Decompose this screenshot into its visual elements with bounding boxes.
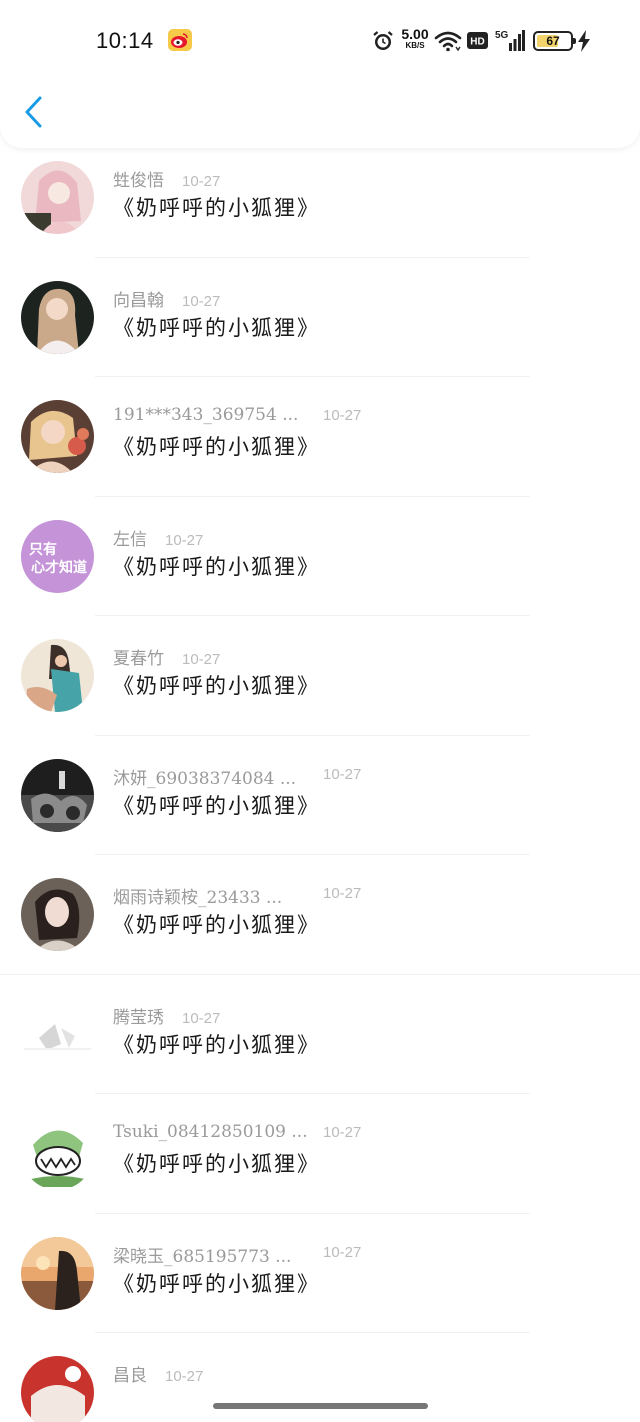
nickname[interactable]: 腾莹琇	[113, 1008, 164, 1028]
date: 10-27	[165, 531, 204, 549]
avatar[interactable]	[21, 878, 94, 951]
battery-icon: 67	[533, 31, 576, 51]
item-meta: 191***343_369754 ... 10-27	[113, 405, 361, 429]
battery-percent: 67	[546, 34, 560, 48]
item-meta: 烟雨诗颖桉_23433 ... 10-27	[113, 883, 361, 908]
list-item[interactable]: 沐妍_69038374084 ... 10-27 《奶呼呼的小狐狸》	[0, 736, 640, 855]
back-button[interactable]	[18, 92, 52, 132]
item-meta: 腾莹琇 10-27	[113, 1003, 221, 1028]
status-time: 10:14	[96, 28, 154, 53]
nickname[interactable]: 沐妍_69038374084 ...	[113, 769, 296, 789]
net-speed: 5.00 KB/S	[398, 27, 432, 50]
signal-label: 5G	[495, 30, 509, 41]
list-item[interactable]: 向昌翰 10-27 《奶呼呼的小狐狸》	[0, 258, 640, 377]
battery-nub	[573, 38, 576, 44]
nickname[interactable]: Tsuki_08412850109 ...	[113, 1122, 308, 1142]
item-meta: 夏春竹 10-27	[113, 644, 221, 669]
avatar[interactable]: 只有 心才知道	[21, 519, 94, 593]
nickname[interactable]: 夏春竹	[113, 649, 164, 669]
date: 10-27	[182, 1009, 221, 1027]
date: 10-27	[182, 173, 221, 190]
avatar-text-line1: 只有	[29, 541, 57, 558]
nickname[interactable]: 昌良	[113, 1366, 147, 1386]
comment-text: 《奶呼呼的小狐狸》	[113, 674, 320, 698]
nickname[interactable]: 甡俊悟	[113, 171, 164, 191]
avatar-text-line2: 心才知道	[31, 559, 87, 576]
comment-text: 《奶呼呼的小狐狸》	[113, 196, 320, 220]
date: 10-27	[165, 1368, 204, 1385]
nickname[interactable]: 向昌翰	[113, 291, 164, 311]
list-item[interactable]: 梁晓玉_685195773 ... 10-27 《奶呼呼的小狐狸》	[0, 1214, 640, 1333]
item-meta: 向昌翰 10-27	[113, 286, 221, 311]
weibo-icon	[168, 29, 192, 51]
avatar[interactable]	[21, 161, 94, 234]
nickname[interactable]: 烟雨诗颖桉_23433 ...	[113, 888, 282, 908]
item-meta: Tsuki_08412850109 ... 10-27	[113, 1122, 361, 1146]
hd-label: HD	[470, 37, 484, 48]
list-item[interactable]: 191***343_369754 ... 10-27 《奶呼呼的小狐狸》	[0, 377, 640, 497]
avatar[interactable]	[21, 639, 94, 712]
list-item[interactable]: 腾莹琇 10-27 《奶呼呼的小狐狸》	[0, 975, 640, 1094]
net-speed-unit: KB/S	[405, 41, 425, 50]
nickname[interactable]: 191***343_369754 ...	[113, 405, 298, 425]
comment-text: 《奶呼呼的小狐狸》	[113, 1152, 320, 1176]
nickname[interactable]: 左信	[113, 530, 147, 550]
date: 10-27	[323, 1124, 362, 1141]
nickname[interactable]: 梁晓玉_685195773 ...	[113, 1247, 291, 1267]
list-item[interactable]: 甡俊悟 10-27 《奶呼呼的小狐狸》	[0, 138, 640, 258]
avatar[interactable]	[21, 1356, 94, 1422]
item-meta: 昌良 10-27	[113, 1361, 204, 1386]
date: 10-27	[323, 765, 362, 783]
avatar[interactable]	[21, 997, 94, 1071]
avatar[interactable]	[21, 1117, 94, 1190]
wifi-icon	[434, 31, 462, 52]
chevron-left-icon	[25, 96, 42, 128]
comment-text: 《奶呼呼的小狐狸》	[113, 913, 320, 937]
hd-icon: HD	[467, 32, 488, 49]
avatar[interactable]	[21, 1236, 94, 1310]
home-indicator[interactable]	[213, 1403, 428, 1409]
comment-list: 甡俊悟 10-27 《奶呼呼的小狐狸》 向昌翰 10-27 《奶呼呼的小狐狸》	[0, 148, 640, 1422]
charging-icon	[578, 30, 590, 52]
date: 10-27	[182, 651, 221, 668]
avatar[interactable]	[21, 758, 94, 832]
comment-text: 《奶呼呼的小狐狸》	[113, 793, 320, 818]
comment-text: 《奶呼呼的小狐狸》	[113, 315, 320, 340]
date: 10-27	[182, 292, 221, 310]
date: 10-27	[323, 407, 362, 424]
comment-text: 《奶呼呼的小狐狸》	[113, 1271, 320, 1296]
list-item[interactable]: 只有 心才知道 左信 10-27 《奶呼呼的小狐狸》	[0, 497, 640, 616]
alarm-icon	[373, 31, 393, 50]
net-speed-value: 5.00	[401, 26, 429, 42]
list-item[interactable]: Tsuki_08412850109 ... 10-27 《奶呼呼的小狐狸》	[0, 1094, 640, 1214]
item-meta: 梁晓玉_685195773 ... 10-27	[113, 1242, 361, 1267]
comment-text: 《奶呼呼的小狐狸》	[113, 1032, 320, 1057]
top-header: 10:14 5.00 KB/S HD 5G 67	[0, 0, 640, 148]
comment-text: 《奶呼呼的小狐狸》	[113, 554, 320, 579]
list-item[interactable]: 夏春竹 10-27 《奶呼呼的小狐狸》	[0, 616, 640, 736]
comment-text: 《奶呼呼的小狐狸》	[113, 435, 320, 459]
list-item[interactable]: 烟雨诗颖桉_23433 ... 10-27 《奶呼呼的小狐狸》	[0, 855, 640, 975]
date: 10-27	[323, 885, 362, 902]
item-meta: 沐妍_69038374084 ... 10-27	[113, 764, 361, 789]
signal-icon: 5G	[495, 30, 525, 51]
item-meta: 左信 10-27	[113, 525, 204, 550]
item-meta: 甡俊悟 10-27	[113, 166, 221, 191]
avatar[interactable]	[21, 400, 94, 473]
date: 10-27	[323, 1243, 362, 1261]
status-bar: 10:14 5.00 KB/S HD 5G 67	[0, 22, 640, 62]
avatar[interactable]	[21, 280, 94, 354]
